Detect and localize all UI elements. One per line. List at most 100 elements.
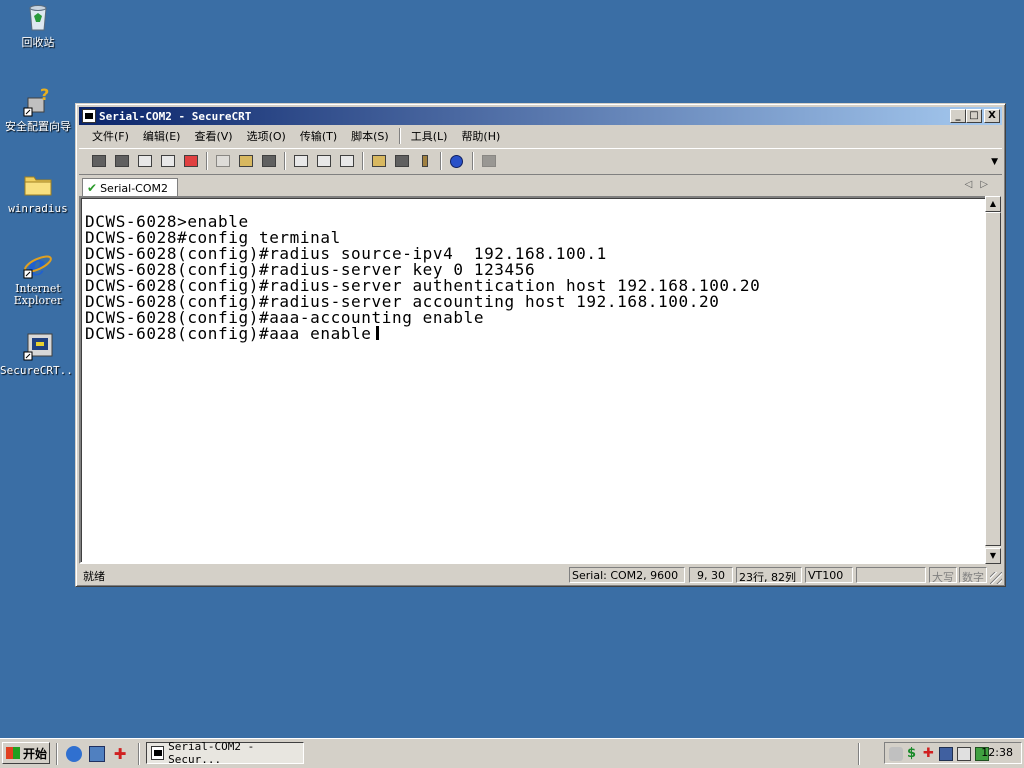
tray-plus-icon[interactable]: ✚ bbox=[923, 747, 937, 761]
app-icon[interactable] bbox=[82, 109, 96, 123]
menu-script[interactable]: 脚本(S) bbox=[344, 128, 396, 144]
toolbar-separator bbox=[284, 151, 286, 170]
status-blank-field bbox=[856, 567, 926, 583]
securecrt-window: Serial-COM2 - SecureCRT _ □ X 文件(F) 编辑(E… bbox=[75, 103, 1006, 587]
quicklaunch-app-icon[interactable]: ✚ bbox=[112, 746, 128, 762]
desktop-icon-recycle-bin[interactable]: 回收站 bbox=[0, 2, 76, 49]
desktop-icon-label: 安全配置向导 bbox=[5, 120, 71, 133]
tab-bar: ✔ Serial-COM2 ◁▷ bbox=[79, 174, 1002, 197]
print-screen-icon[interactable] bbox=[291, 152, 311, 170]
disconnect-icon[interactable] bbox=[181, 152, 201, 170]
terminal-area[interactable]: DCWS-6028>enable DCWS-6028#config termina… bbox=[79, 196, 987, 564]
global-options-icon[interactable] bbox=[392, 152, 412, 170]
tab-serial-com2[interactable]: ✔ Serial-COM2 bbox=[82, 178, 178, 197]
menu-bar: 文件(F) 编辑(E) 查看(V) 选项(O) 传输(T) 脚本(S) 工具(L… bbox=[79, 126, 1002, 146]
taskbar: 开始 ✚ Serial-COM2 - Secur... $ ✚ 12:38 bbox=[0, 738, 1024, 768]
status-emulation: VT100 bbox=[805, 567, 853, 583]
menu-tools[interactable]: 工具(L) bbox=[404, 128, 455, 144]
toolbar-separator bbox=[206, 151, 208, 170]
reconnect-icon[interactable] bbox=[158, 152, 178, 170]
desktop-icon-winradius[interactable]: winradius bbox=[0, 168, 76, 215]
status-num-lock: 数字 bbox=[959, 567, 987, 583]
minimize-button[interactable]: _ bbox=[950, 109, 966, 123]
scroll-up-icon[interactable]: ▲ bbox=[985, 196, 1001, 212]
scrollbar-thumb[interactable] bbox=[985, 212, 1001, 546]
svg-text:?: ? bbox=[40, 86, 49, 104]
quick-connect-icon[interactable] bbox=[112, 152, 132, 170]
terminal-current-line: DCWS-6028(config)#aaa enable bbox=[85, 326, 760, 342]
scroll-down-icon[interactable]: ▼ bbox=[985, 548, 1001, 564]
check-icon: ✔ bbox=[87, 181, 98, 195]
quicklaunch-ie-icon[interactable] bbox=[66, 746, 82, 762]
taskbar-button-label: Serial-COM2 - Secur... bbox=[168, 740, 255, 766]
desktop-icon-label: SecureCRT... bbox=[0, 364, 80, 377]
menu-edit[interactable]: 编辑(E) bbox=[136, 128, 188, 144]
menu-transfer[interactable]: 传输(T) bbox=[293, 128, 344, 144]
vertical-scrollbar[interactable]: ▲ ▼ bbox=[985, 196, 1001, 564]
desktop-icon-label: winradius bbox=[8, 202, 68, 215]
print-selection-icon[interactable] bbox=[314, 152, 334, 170]
quicklaunch-desktop-icon[interactable] bbox=[89, 746, 105, 762]
taskbar-button-securecrt[interactable]: Serial-COM2 - Secur... bbox=[146, 740, 304, 766]
toolbar-overflow-icon[interactable]: ▼ bbox=[991, 157, 998, 167]
status-caps-lock: 大写 bbox=[929, 567, 957, 583]
clock: 12:38 bbox=[981, 746, 1013, 759]
tray-network-icon[interactable] bbox=[939, 747, 953, 761]
desktop-icon-securecrt[interactable]: SecureCRT... bbox=[0, 330, 80, 377]
status-ready: 就绪 bbox=[83, 570, 105, 583]
securecrt-icon bbox=[22, 330, 54, 362]
windows-logo-icon bbox=[6, 747, 20, 759]
toolbar-separator bbox=[440, 151, 442, 170]
status-cursor-position: 9, 30 bbox=[689, 567, 733, 583]
window-titlebar[interactable]: Serial-COM2 - SecureCRT _ □ X bbox=[79, 107, 1002, 125]
tray-currency-icon[interactable]: $ bbox=[907, 747, 921, 761]
window-title: Serial-COM2 - SecureCRT bbox=[99, 109, 252, 123]
taskbar-separator bbox=[56, 743, 58, 765]
start-button[interactable]: 开始 bbox=[2, 742, 50, 764]
menu-help[interactable]: 帮助(H) bbox=[454, 128, 507, 144]
securecrt-icon bbox=[151, 746, 165, 760]
status-terminal-size: 23行, 82列 bbox=[736, 567, 802, 583]
toolbar-separator bbox=[472, 151, 474, 170]
menu-options[interactable]: 选项(O) bbox=[240, 128, 293, 144]
status-connection: Serial: COM2, 9600 bbox=[569, 567, 685, 583]
tab-label: Serial-COM2 bbox=[100, 181, 168, 195]
folder-icon bbox=[22, 168, 54, 200]
desktop-icon-label: Internet Explorer bbox=[13, 282, 63, 307]
taskbar-separator bbox=[858, 743, 860, 765]
sftp-icon[interactable] bbox=[479, 152, 499, 170]
help-icon[interactable] bbox=[447, 152, 467, 170]
tray-monitor-icon[interactable] bbox=[957, 747, 971, 761]
maximize-button[interactable]: □ bbox=[966, 109, 982, 123]
toolbar-separator bbox=[362, 151, 364, 170]
system-tray: $ ✚ 12:38 bbox=[884, 742, 1022, 764]
menu-view[interactable]: 查看(V) bbox=[187, 128, 239, 144]
print-icon[interactable] bbox=[337, 152, 357, 170]
tray-app-icon[interactable] bbox=[889, 747, 903, 761]
start-label: 开始 bbox=[23, 746, 48, 761]
toolbar: ▼ bbox=[79, 148, 1002, 172]
resize-grip-icon[interactable] bbox=[990, 572, 1002, 584]
tab-scroll-arrows-icon[interactable]: ◁▷ bbox=[965, 179, 996, 190]
security-wizard-icon: ? bbox=[22, 85, 54, 118]
recycle-bin-icon bbox=[22, 2, 54, 34]
desktop-icon-security-wizard[interactable]: ? 安全配置向导 bbox=[0, 85, 76, 133]
taskbar-separator bbox=[138, 743, 140, 765]
copy-icon[interactable] bbox=[213, 152, 233, 170]
connect-icon[interactable] bbox=[89, 152, 109, 170]
session-options-icon[interactable] bbox=[369, 152, 389, 170]
keymap-icon[interactable] bbox=[415, 152, 435, 170]
terminal-output: DCWS-6028>enable DCWS-6028#config termina… bbox=[85, 214, 760, 342]
status-bar: 就绪 Serial: COM2, 9600 9, 30 23行, 82列 VT1… bbox=[79, 566, 1002, 584]
menu-file[interactable]: 文件(F) bbox=[85, 128, 136, 144]
text-cursor bbox=[375, 326, 379, 340]
desktop-icon-label: 回收站 bbox=[21, 36, 55, 49]
internet-explorer-icon: e bbox=[22, 248, 54, 282]
close-button[interactable]: X bbox=[984, 109, 1000, 123]
paste-icon[interactable] bbox=[236, 152, 256, 170]
find-icon[interactable] bbox=[259, 152, 279, 170]
menu-separator bbox=[398, 128, 401, 144]
terminal-line: DCWS-6028(config)#aaa enable bbox=[85, 324, 372, 343]
connect-in-tab-icon[interactable] bbox=[135, 152, 155, 170]
desktop-icon-internet-explorer[interactable]: e Internet Explorer bbox=[0, 248, 76, 307]
